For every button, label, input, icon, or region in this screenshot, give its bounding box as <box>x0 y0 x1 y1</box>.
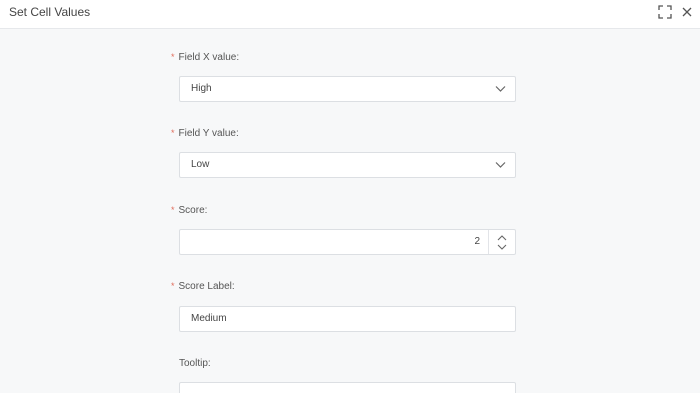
required-marker: * <box>171 52 175 62</box>
score-stepper <box>488 230 515 254</box>
field-y-select[interactable]: Low <box>179 152 516 178</box>
score-label-value: Medium <box>191 313 227 324</box>
required-marker: * <box>171 281 175 291</box>
field-x-label: * Field X value: <box>171 52 240 63</box>
expand-icon[interactable] <box>658 5 672 19</box>
decrement-arrow-icon[interactable] <box>497 244 507 250</box>
required-marker: * <box>171 205 175 215</box>
score-label: * Score: <box>171 205 208 216</box>
dialog-title: Set Cell Values <box>9 5 91 19</box>
score-label-input[interactable]: Medium <box>179 306 516 332</box>
score-value: 2 <box>474 236 480 247</box>
field-x-selected-value: High <box>191 83 212 94</box>
field-x-select[interactable]: High <box>179 76 516 102</box>
set-cell-values-dialog: Set Cell Values * Field X value: High * Fi… <box>0 0 700 393</box>
tooltip-label: Tooltip: <box>179 358 211 369</box>
score-number-input[interactable]: 2 <box>179 229 516 255</box>
required-marker: * <box>171 128 175 138</box>
dialog-body: * Field X value: High * Field Y value: Low… <box>0 29 700 393</box>
chevron-down-icon <box>495 86 506 92</box>
increment-arrow-icon[interactable] <box>497 235 507 241</box>
field-y-selected-value: Low <box>191 159 210 170</box>
close-icon[interactable] <box>681 6 693 18</box>
score-label-field-label: * Score Label: <box>171 281 235 292</box>
field-y-label: * Field Y value: <box>171 128 239 139</box>
chevron-down-icon <box>495 162 506 168</box>
dialog-header: Set Cell Values <box>0 0 700 29</box>
tooltip-input[interactable] <box>179 382 516 393</box>
